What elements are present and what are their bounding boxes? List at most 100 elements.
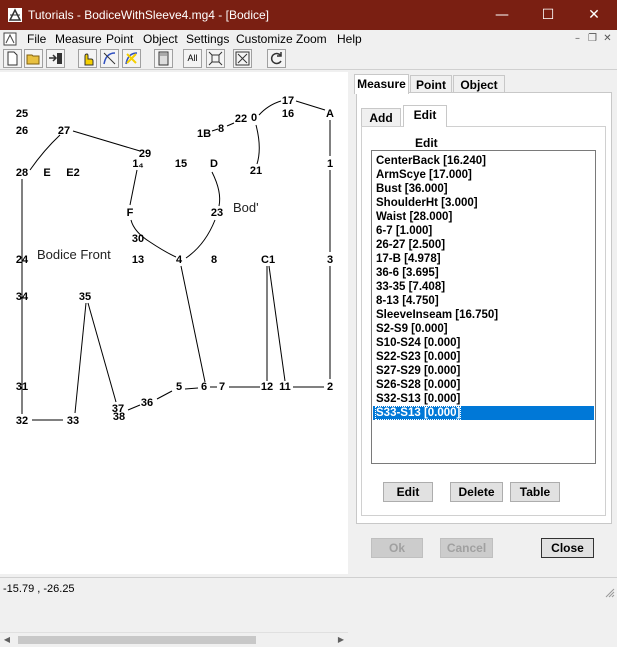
point-label[interactable]: 5 <box>176 381 182 393</box>
point-label[interactable]: 32 <box>16 415 28 427</box>
point-label[interactable]: D <box>210 158 218 170</box>
point-label[interactable]: 2 <box>327 381 333 393</box>
point-label[interactable]: 11 <box>279 381 291 393</box>
point-label[interactable]: 27 <box>58 125 70 137</box>
subtab-edit[interactable]: Edit <box>403 105 447 127</box>
scroll-right-icon[interactable]: ▶ <box>334 633 348 647</box>
table-button[interactable]: Table <box>510 482 560 502</box>
list-item[interactable]: ArmScye [17.000] <box>375 168 472 182</box>
list-item[interactable]: S22-S23 [0.000] <box>375 350 460 364</box>
point-label[interactable]: 12 <box>261 381 273 393</box>
list-item[interactable]: 6-7 [1.000] <box>375 224 432 238</box>
point-label[interactable]: 26 <box>16 125 28 137</box>
point-label[interactable]: 3 <box>327 254 333 266</box>
point-label[interactable]: F <box>127 207 134 219</box>
list-item[interactable]: ShoulderHt [3.000] <box>375 196 478 210</box>
point-label[interactable]: 25 <box>16 108 28 120</box>
menu-settings[interactable]: Settings <box>186 32 229 46</box>
point-label[interactable]: 8 <box>218 123 224 135</box>
point-label[interactable]: 15 <box>175 158 187 170</box>
pattern-canvas[interactable]: 25 26 27 28 E E2 29 1₄ 15 1B 8 22 0 17 16 A D 21 1 F 23 30 13 4… <box>0 72 348 646</box>
select-point-button[interactable] <box>78 49 97 68</box>
list-item[interactable]: SleeveInseam [16.750] <box>375 308 498 322</box>
list-item[interactable]: S10-S24 [0.000] <box>375 336 460 350</box>
mdi-restore-button[interactable]: ❐ <box>586 32 599 45</box>
menu-help[interactable]: Help <box>337 32 362 46</box>
point-label[interactable]: 22 <box>235 113 247 125</box>
select-all-button[interactable]: All <box>183 49 202 68</box>
point-label[interactable]: 0 <box>251 112 257 124</box>
tab-point[interactable]: Point <box>410 75 452 93</box>
list-item[interactable]: CenterBack [16.240] <box>375 154 486 168</box>
mdi-close-button[interactable]: ✕ <box>601 32 614 45</box>
point-label[interactable]: C <box>261 254 269 266</box>
point-label[interactable]: 1₄ <box>132 158 143 170</box>
point-label[interactable]: 4 <box>176 254 183 266</box>
point-label[interactable]: 6 <box>201 381 207 393</box>
import-button[interactable] <box>46 49 65 68</box>
point-label[interactable]: 34 <box>16 291 29 303</box>
tab-object[interactable]: Object <box>453 75 505 93</box>
delete-button[interactable]: Delete <box>450 482 503 502</box>
list-item[interactable]: 8-13 [4.750] <box>375 294 439 308</box>
scroll-left-icon[interactable]: ◀ <box>0 633 14 647</box>
point-label[interactable]: 38 <box>113 411 125 423</box>
list-item[interactable]: Waist [28.000] <box>375 210 452 224</box>
subtab-add[interactable]: Add <box>361 108 401 127</box>
list-item[interactable]: S27-S29 [0.000] <box>375 364 460 378</box>
list-item[interactable]: 36-6 [3.695] <box>375 266 439 280</box>
point-label[interactable]: E <box>43 167 50 179</box>
curve-tool-button[interactable] <box>100 49 119 68</box>
scrollbar-thumb[interactable] <box>18 636 256 644</box>
menu-file[interactable]: File <box>27 32 46 46</box>
point-label[interactable]: 28 <box>16 167 28 179</box>
point-label[interactable]: 17 <box>282 95 294 107</box>
close-window-button[interactable]: ✕ <box>571 0 617 30</box>
mdi-minimize-button[interactable]: – <box>571 32 584 45</box>
point-label[interactable]: 36 <box>141 397 153 409</box>
menu-object[interactable]: Object <box>143 32 178 46</box>
delete-tool-button[interactable] <box>122 49 141 68</box>
cancel-button[interactable]: Cancel <box>440 538 493 558</box>
close-button[interactable]: Close <box>541 538 594 558</box>
point-label[interactable]: 1B <box>197 128 211 140</box>
list-item[interactable]: S26-S28 [0.000] <box>375 378 460 392</box>
new-file-button[interactable] <box>3 49 22 68</box>
point-label[interactable]: 8 <box>211 254 217 266</box>
point-label[interactable]: 1 <box>327 158 333 170</box>
menu-point[interactable]: Point <box>106 32 133 46</box>
point-label[interactable]: 7 <box>219 381 225 393</box>
menu-measure[interactable]: Measure <box>55 32 102 46</box>
point-label[interactable]: 21 <box>250 165 262 177</box>
maximize-button[interactable]: ☐ <box>525 0 571 30</box>
point-label[interactable]: 1 <box>269 254 275 266</box>
minimize-button[interactable]: — <box>479 0 525 30</box>
point-label[interactable]: E2 <box>66 167 79 179</box>
point-label[interactable]: 24 <box>16 254 29 266</box>
list-item[interactable]: 26-27 [2.500] <box>375 238 445 252</box>
list-item[interactable]: 17-B [4.978] <box>375 252 441 266</box>
resize-grip-icon[interactable] <box>605 588 615 598</box>
list-item[interactable]: S32-S13 [0.000] <box>375 392 460 406</box>
open-file-button[interactable] <box>24 49 43 68</box>
list-item[interactable]: Bust [36.000] <box>375 182 448 196</box>
list-item[interactable]: 33-35 [7.408] <box>375 280 445 294</box>
point-label[interactable]: 30 <box>132 233 144 245</box>
menu-customize[interactable]: Customize <box>236 32 293 46</box>
ok-button[interactable]: Ok <box>371 538 423 558</box>
edit-button[interactable]: Edit <box>383 482 433 502</box>
calculator-button[interactable] <box>154 49 173 68</box>
zoom-in-button[interactable] <box>206 49 225 68</box>
menu-zoom[interactable]: Zoom <box>296 32 327 46</box>
horizontal-scrollbar[interactable]: ◀ ▶ <box>0 632 348 646</box>
point-label[interactable]: 33 <box>67 415 79 427</box>
point-label[interactable]: 31 <box>16 381 28 393</box>
point-label[interactable]: A <box>326 108 334 120</box>
list-item[interactable]: S2-S9 [0.000] <box>375 322 448 336</box>
list-item[interactable]: S33-S13 [0.000] <box>373 406 594 420</box>
pattern-drawing[interactable]: 2526 2728 E E2291₄ 151B 822 01716 AD211F 233013 4… <box>0 72 348 560</box>
zoom-fit-button[interactable] <box>233 49 252 68</box>
redraw-button[interactable] <box>267 49 286 68</box>
point-label[interactable]: 13 <box>132 254 144 266</box>
measurement-list[interactable]: CenterBack [16.240] ArmScye [17.000] Bust … <box>371 150 596 464</box>
